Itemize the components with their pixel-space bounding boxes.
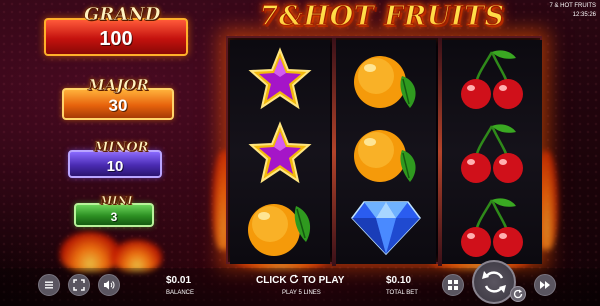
- play-text-click: CLICK: [256, 275, 287, 286]
- reel-symbol-star: [230, 42, 330, 116]
- reel-symbol-diamond: [336, 190, 436, 264]
- turbo-button[interactable]: [534, 274, 556, 296]
- paytable-button[interactable]: [442, 274, 464, 296]
- cherry-icon: [461, 50, 523, 109]
- star-icon: [248, 121, 312, 184]
- jackpot-mini: MINI 3: [74, 194, 154, 227]
- jackpot-mini-label: MINI: [100, 194, 133, 208]
- reel-2: [336, 40, 436, 264]
- orange-icon: [354, 130, 416, 182]
- game-title: 7&HOT FRUITS: [259, 0, 505, 32]
- flame-decoration: [60, 232, 120, 272]
- jackpot-minor-label: MINOR: [94, 140, 149, 156]
- sound-icon: [104, 280, 115, 290]
- spin-button[interactable]: [472, 260, 516, 304]
- jackpot-major-label: MAJOR: [88, 76, 149, 95]
- jackpot-mini-value: 3: [110, 209, 118, 224]
- total-bet-value[interactable]: $0.10: [386, 275, 411, 286]
- jackpot-grand-label: GRAND: [84, 4, 161, 26]
- reel-symbol-cherry: [442, 190, 542, 264]
- reel-1: [230, 40, 330, 264]
- cherry-icon: [461, 124, 523, 183]
- clock: 12:35:26: [572, 12, 596, 18]
- status-area: 7 & HOT FRUITS 12:35:26: [549, 2, 596, 20]
- paytable-icon: [448, 280, 458, 290]
- game-screen: 7&HOT FRUITS 7 & HOT FRUITS 12:35:26 GRA…: [0, 0, 600, 306]
- orange-icon: [248, 204, 311, 256]
- fullscreen-button[interactable]: [68, 274, 90, 296]
- lines-label: PLAY 5 LINES: [282, 290, 321, 296]
- jackpot-major-value: 30: [108, 96, 128, 115]
- reels-area: [226, 36, 542, 266]
- play-text-to-play: TO PLAY: [302, 275, 345, 286]
- balance-value: $0.01: [166, 275, 192, 286]
- menu-button[interactable]: [38, 274, 60, 296]
- menu-icon: [45, 281, 53, 289]
- reel-symbol-cherry: [442, 116, 542, 190]
- refresh-icon: [290, 274, 299, 284]
- jackpot-minor: MINOR 10: [68, 140, 162, 178]
- balance-label: BALANCE: [166, 290, 195, 296]
- fullscreen-icon: [73, 279, 85, 291]
- reel-symbol-orange: [336, 42, 436, 116]
- sound-button[interactable]: [98, 274, 120, 296]
- jackpot-minor-value: 10: [106, 157, 124, 175]
- orange-icon: [354, 56, 416, 108]
- status-game-name: 7 & HOT FRUITS: [549, 3, 596, 9]
- reel-symbol-orange: [336, 116, 436, 190]
- reel-symbol-orange: [230, 190, 330, 264]
- total-bet-label: TOTAL BET: [386, 290, 418, 296]
- reel-symbol-star: [230, 116, 330, 190]
- reel-3: [442, 40, 542, 264]
- autoplay-icon: [513, 289, 523, 299]
- reel-symbol-cherry: [442, 42, 542, 116]
- cherry-icon: [461, 198, 523, 257]
- jackpot-grand-value: 100: [99, 27, 133, 50]
- diamond-icon: [351, 201, 421, 256]
- bottom-bar: $0.01 BALANCE CLICK TO PLAY PLAY 5 LINES…: [0, 260, 600, 306]
- play-instruction[interactable]: CLICK TO PLAY: [256, 274, 344, 286]
- star-icon: [248, 47, 312, 110]
- fast-forward-icon: [540, 281, 550, 289]
- jackpot-grand: GRAND 100: [44, 4, 188, 56]
- jackpot-major: MAJOR 30: [62, 76, 174, 120]
- spin-icon: [482, 271, 506, 293]
- autoplay-button[interactable]: [510, 286, 526, 302]
